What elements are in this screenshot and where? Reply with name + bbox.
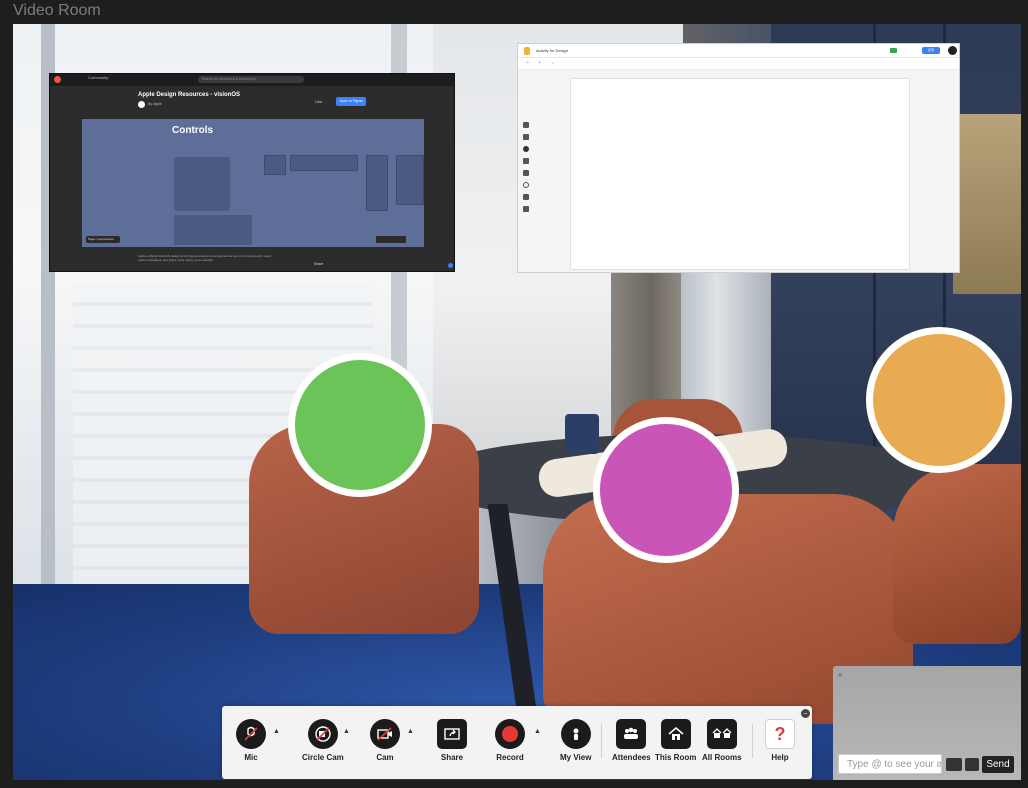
help-icon[interactable]: ? xyxy=(765,719,795,749)
mic-control[interactable]: Mic xyxy=(236,719,266,762)
attendees-label: Attendees xyxy=(612,753,651,762)
preview-component xyxy=(290,155,358,171)
background-wall-panel xyxy=(953,114,1021,294)
background-chair xyxy=(893,464,1021,644)
undo-icon[interactable]: ↶ xyxy=(526,61,529,65)
circle-cam-off-icon[interactable] xyxy=(307,719,338,749)
document-title: Activity for Design xyxy=(536,48,569,53)
video-room-stage: Community Search for resources & communi… xyxy=(13,24,1021,780)
shared-screen-topbar: Community Search for resources & communi… xyxy=(50,74,454,86)
control-divider xyxy=(752,724,753,758)
zoom-icon[interactable]: ⌕ xyxy=(552,61,554,65)
minimize-icon[interactable]: – xyxy=(801,709,810,718)
control-bar: – Mic ▲ Circle Cam ▲ Cam ▲ Share Record … xyxy=(222,706,812,779)
cam-control[interactable]: Cam xyxy=(370,719,400,762)
resource-heading: Apple Design Resources - visionOS xyxy=(138,92,241,98)
share-button[interactable]: 공유 xyxy=(922,47,940,54)
this-room-control[interactable]: This Room xyxy=(655,719,696,762)
participant-avatar-green[interactable] xyxy=(288,353,432,497)
whiteboard-topbar: Activity for Design 공유 xyxy=(518,44,959,58)
trash-icon[interactable] xyxy=(965,758,979,771)
emoji-icon[interactable] xyxy=(946,758,962,771)
mic-label: Mic xyxy=(244,753,258,762)
sticky-note-icon[interactable] xyxy=(523,158,529,164)
circle-cam-control[interactable]: Circle Cam xyxy=(302,719,344,762)
screen-share-icon[interactable] xyxy=(437,719,467,749)
video-call-icon[interactable] xyxy=(890,48,897,53)
share-label: Share xyxy=(440,753,464,762)
record-icon[interactable] xyxy=(495,719,525,749)
all-rooms-control[interactable]: All Rooms xyxy=(702,719,742,762)
pages-dropdown[interactable]: Page: Components xyxy=(86,236,120,243)
preview-canvas: Controls Page: Components xyxy=(82,119,424,247)
attendees-control[interactable]: Attendees xyxy=(612,719,651,762)
help-control[interactable]: ? Help xyxy=(765,719,795,762)
chat-input[interactable]: Type @ to see your atte xyxy=(838,754,942,774)
chat-panel: « Type @ to see your atte Send xyxy=(833,666,1021,780)
background-pen-cup xyxy=(565,414,599,454)
whiteboard-canvas[interactable] xyxy=(570,78,910,270)
author-avatar xyxy=(138,101,145,108)
camera-off-icon[interactable] xyxy=(370,719,400,749)
author-byline: By Apple xyxy=(148,102,162,106)
shape-icon[interactable] xyxy=(523,182,529,188)
presenter-indicator-icon xyxy=(448,263,453,268)
like-button[interactable]: Like xyxy=(315,99,322,104)
all-rooms-label: All Rooms xyxy=(702,753,742,762)
help-label: Help xyxy=(771,753,789,762)
community-link[interactable]: Community xyxy=(88,75,108,80)
circle-cam-options-chevron-icon[interactable]: ▲ xyxy=(342,716,351,746)
whiteboard-toolbar: ↶ ↷ ⌕ xyxy=(518,58,959,70)
pen-icon[interactable] xyxy=(523,122,529,128)
window-title: Video Room xyxy=(13,2,101,19)
record-control[interactable]: Record xyxy=(495,719,525,762)
user-avatar[interactable] xyxy=(948,46,957,55)
eraser-icon[interactable] xyxy=(523,134,529,140)
preview-component xyxy=(396,155,424,205)
this-room-label: This Room xyxy=(655,753,697,762)
preview-component xyxy=(366,155,388,211)
open-in-figma-button[interactable]: Open in Figma xyxy=(336,97,366,106)
more-tools-icon[interactable] xyxy=(523,206,529,212)
preview-component-grid xyxy=(174,215,252,245)
attendees-icon[interactable] xyxy=(616,719,647,749)
canvas-title: Controls xyxy=(172,125,214,136)
mic-muted-icon[interactable] xyxy=(236,719,266,749)
preview-component xyxy=(264,155,286,175)
share-control[interactable]: Share xyxy=(437,719,467,762)
mic-options-chevron-icon[interactable]: ▲ xyxy=(272,716,281,746)
redo-icon[interactable]: ↷ xyxy=(538,61,541,65)
zoom-dropdown[interactable] xyxy=(376,236,406,243)
home-icon[interactable] xyxy=(660,719,691,749)
send-button[interactable]: Send xyxy=(982,756,1014,773)
chat-collapse-icon[interactable]: « xyxy=(838,670,842,679)
shared-screen-figma[interactable]: Community Search for resources & communi… xyxy=(49,73,455,272)
all-rooms-icon[interactable] xyxy=(706,719,737,749)
share-link[interactable]: Share xyxy=(314,262,323,266)
frame-icon[interactable] xyxy=(523,194,529,200)
shared-screen-whiteboard[interactable]: Activity for Design 공유 ↶ ↷ ⌕ xyxy=(517,43,960,273)
cam-options-chevron-icon[interactable]: ▲ xyxy=(406,716,415,746)
search-input[interactable]: Search for resources & community xyxy=(198,76,304,83)
figma-logo-icon xyxy=(54,76,61,83)
record-label: Record xyxy=(496,753,524,762)
control-divider xyxy=(601,724,602,758)
cam-label: Cam xyxy=(376,753,394,762)
my-view-icon[interactable] xyxy=(560,719,591,749)
record-options-chevron-icon[interactable]: ▲ xyxy=(533,716,542,746)
preview-component-grid xyxy=(174,157,230,211)
title-bar: Video Room xyxy=(0,0,1028,24)
resource-description: Apple's official visionOS design kit for… xyxy=(138,254,272,262)
my-view-label: My View xyxy=(560,753,592,762)
my-view-control[interactable]: My View xyxy=(560,719,591,762)
circle-cam-label: Circle Cam xyxy=(302,753,344,762)
text-icon[interactable] xyxy=(523,170,529,176)
participant-avatar-orange[interactable] xyxy=(866,327,1012,473)
app-logo-icon xyxy=(524,47,530,55)
whiteboard-tool-sidebar xyxy=(521,122,531,227)
participant-avatar-magenta[interactable] xyxy=(593,417,739,563)
select-icon[interactable] xyxy=(523,146,529,152)
